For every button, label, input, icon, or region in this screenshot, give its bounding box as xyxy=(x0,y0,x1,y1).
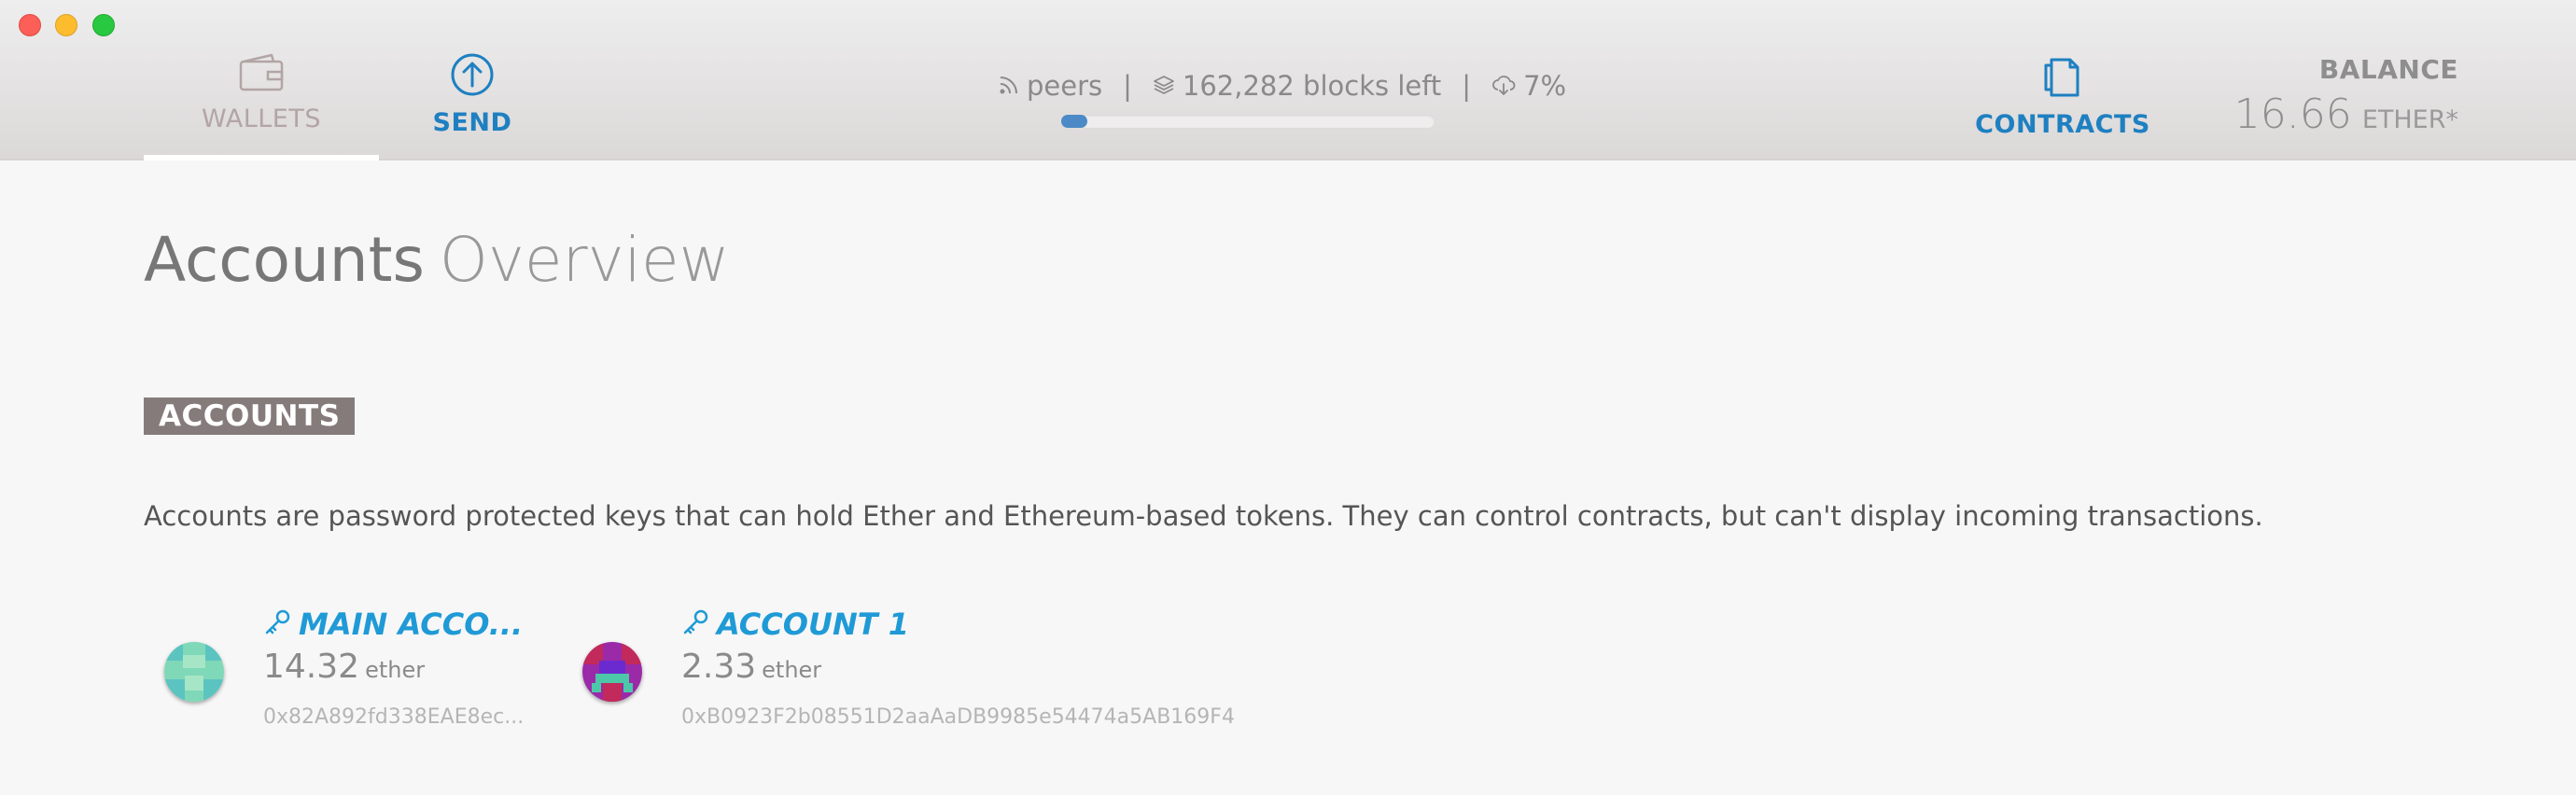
cloud-download-icon xyxy=(1491,70,1523,102)
account-balance: 2.33 xyxy=(681,648,757,686)
account-name: MAIN ACCO... xyxy=(299,607,524,642)
send-arrow-up-icon xyxy=(418,52,526,101)
tab-wallets-label: WALLETS xyxy=(202,105,321,133)
account-identicon xyxy=(582,642,642,702)
sync-progress-bar xyxy=(1061,115,1435,128)
account-balance-unit: ether xyxy=(762,657,822,683)
blocks-left-text: 162,282 blocks left xyxy=(1182,70,1442,102)
tab-send-label: SEND xyxy=(432,108,512,137)
tab-send[interactable]: SEND xyxy=(418,52,526,137)
total-balance: BALANCE 16.66 ETHER* xyxy=(2234,54,2458,138)
account-name-row: ACCOUNT 1 xyxy=(681,607,909,642)
account-card-main[interactable]: MAIN ACCO... 14.32 ether 0x82A892fd338EAE… xyxy=(144,607,536,737)
account-balance: 14.32 xyxy=(263,648,360,686)
download-percent-text: 7% xyxy=(1523,70,1567,102)
wallet-icon xyxy=(144,52,379,97)
page-title-sub: Overview xyxy=(439,224,730,296)
account-name: ACCOUNT 1 xyxy=(717,607,909,642)
account-card-account-1[interactable]: ACCOUNT 1 2.33 ether 0xB0923F2b08551D2aaA… xyxy=(562,607,1271,737)
balance-value: 16.66 xyxy=(2233,91,2352,138)
accounts-section-heading: ACCOUNTS xyxy=(144,398,356,435)
layers-icon xyxy=(1153,70,1183,102)
peers-text: peers xyxy=(1027,70,1103,102)
accounts-description: Accounts are password protected keys tha… xyxy=(144,500,2263,532)
rss-signal-icon xyxy=(999,70,1027,102)
account-name-row: MAIN ACCO... xyxy=(263,607,523,642)
documents-icon xyxy=(1969,52,2156,103)
balance-unit: ETHER* xyxy=(2361,105,2458,134)
title-bar: WALLETS SEND peers | 162,282 blocks left… xyxy=(0,0,2576,160)
tab-contracts-label: CONTRACTS xyxy=(1975,110,2150,139)
account-address: 0xB0923F2b08551D2aaAaDB9985e54474a5AB169… xyxy=(681,705,1235,729)
sync-progress-fill xyxy=(1061,115,1087,128)
tab-wallets[interactable]: WALLETS xyxy=(144,52,379,160)
page-title-main: Accounts xyxy=(144,224,425,296)
account-identicon xyxy=(164,642,224,702)
window-minimize-button[interactable] xyxy=(55,14,77,36)
account-balance-row: 2.33 ether xyxy=(681,648,821,686)
key-icon xyxy=(263,607,293,641)
account-balance-unit: ether xyxy=(365,657,426,683)
balance-amount: 16.66 ETHER* xyxy=(2234,91,2458,138)
window-maximize-button[interactable] xyxy=(92,14,115,36)
sync-status: peers | 162,282 blocks left | 7% xyxy=(999,67,1566,105)
page-title: Accounts Overview xyxy=(144,224,730,296)
balance-label: BALANCE xyxy=(2318,54,2458,85)
separator: | xyxy=(1123,70,1132,102)
window-close-button[interactable] xyxy=(19,14,41,36)
key-icon xyxy=(681,607,711,641)
separator: | xyxy=(1462,70,1472,102)
account-balance-row: 14.32 ether xyxy=(263,648,425,686)
account-address: 0x82A892fd338EAE8ec... xyxy=(263,705,525,729)
tab-contracts[interactable]: CONTRACTS xyxy=(1969,52,2156,139)
